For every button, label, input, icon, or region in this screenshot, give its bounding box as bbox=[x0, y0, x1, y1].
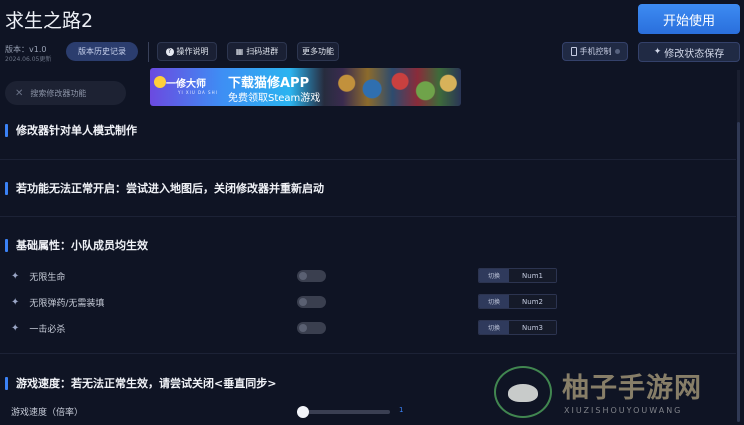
watermark-logo-icon bbox=[494, 366, 552, 418]
sparkle-icon: ✦ bbox=[11, 271, 20, 282]
section-single-player: 修改器针对单人模式制作 bbox=[5, 122, 137, 138]
banner-subline: 免费领取Steam游戏 bbox=[228, 93, 321, 104]
feature-label: 无限生命 bbox=[29, 273, 66, 283]
toggle-infinite-ammo[interactable] bbox=[297, 296, 326, 308]
watermark-subtext: XIUZISHOUYOUWANG bbox=[564, 406, 683, 415]
feature-label: 无限弹药/无需装填 bbox=[29, 299, 105, 309]
section-title: 若功能无法正常开启：尝试进入地图后，关闭修改器并重新启动 bbox=[16, 182, 324, 195]
question-icon: ? bbox=[165, 47, 174, 56]
version-history-label: 版本历史记录 bbox=[78, 47, 126, 56]
hotkey-label: Num2 bbox=[509, 295, 556, 308]
section-marker bbox=[5, 181, 8, 195]
game-speed-value: 1 bbox=[399, 406, 404, 414]
hotkey-one-hit-kill[interactable]: 切换 Num3 bbox=[478, 320, 557, 335]
section-title: 游戏速度：若无法正常生效，请尝试关闭<垂直同步> bbox=[16, 377, 277, 390]
start-button[interactable]: 开始使用 bbox=[638, 4, 740, 34]
section-game-speed: 游戏速度：若无法正常生效，请尝试关闭<垂直同步> bbox=[5, 375, 276, 391]
search-placeholder: 搜索修改器功能 bbox=[30, 88, 87, 98]
toolbar-divider bbox=[148, 42, 149, 62]
sparkle-icon: ✦ bbox=[653, 47, 662, 57]
version-history-button[interactable]: 版本历史记录 bbox=[66, 42, 138, 61]
banner-brand: 一修大师 bbox=[166, 79, 206, 90]
sparkle-icon: ✦ bbox=[11, 323, 20, 334]
switch-label: 切换 bbox=[479, 269, 509, 282]
feature-label: 一击必杀 bbox=[29, 325, 66, 335]
section-basic-attributes: 基础属性：小队成员均生效 bbox=[5, 237, 148, 253]
phone-icon bbox=[570, 47, 577, 56]
version-date: 2024.06.05更新 bbox=[5, 56, 52, 63]
divider bbox=[0, 159, 736, 160]
section-marker bbox=[5, 238, 8, 252]
qr-group-button[interactable]: ▦ 扫码进群 bbox=[227, 42, 287, 61]
feature-infinite-health: ✦ 无限生命 bbox=[11, 270, 65, 283]
section-marker bbox=[5, 123, 8, 137]
ad-banner[interactable]: 一修大师 YI XIU DA SHI 下载猫修APP 免费领取Steam游戏 bbox=[150, 68, 461, 106]
game-speed-label: 游戏速度（倍率） bbox=[11, 408, 84, 418]
more-features-button[interactable]: 更多功能 bbox=[297, 42, 339, 61]
app-title: 求生之路2 bbox=[5, 10, 94, 32]
hotkey-infinite-health[interactable]: 切换 Num1 bbox=[478, 268, 557, 283]
banner-characters-image bbox=[334, 68, 461, 106]
help-label: 操作说明 bbox=[176, 47, 209, 56]
section-title: 修改器针对单人模式制作 bbox=[16, 124, 137, 137]
section-title: 基础属性：小队成员均生效 bbox=[16, 239, 148, 252]
section-marker bbox=[5, 376, 8, 390]
phone-control-button[interactable]: 手机控制 bbox=[562, 42, 628, 61]
hotkey-label: Num3 bbox=[509, 321, 556, 334]
save-state-button[interactable]: ✦ 修改状态保存 bbox=[638, 42, 740, 62]
toggle-infinite-health[interactable] bbox=[297, 270, 326, 282]
status-dot-icon bbox=[614, 49, 620, 54]
hotkey-infinite-ammo[interactable]: 切换 Num2 bbox=[478, 294, 557, 309]
section-restart-tip: 若功能无法正常开启：尝试进入地图后，关闭修改器并重新启动 bbox=[5, 180, 324, 196]
switch-label: 切换 bbox=[479, 295, 509, 308]
divider bbox=[0, 353, 736, 354]
help-button[interactable]: ? 操作说明 bbox=[157, 42, 217, 61]
close-icon[interactable]: ✕ bbox=[15, 88, 23, 99]
feature-one-hit-kill: ✦ 一击必杀 bbox=[11, 322, 65, 335]
scrollbar-thumb[interactable] bbox=[737, 122, 740, 422]
banner-brand-sub: YI XIU DA SHI bbox=[178, 90, 218, 95]
banner-logo: 一修大师 YI XIU DA SHI bbox=[154, 72, 220, 102]
save-state-label: 修改状态保存 bbox=[664, 48, 725, 60]
switch-label: 切换 bbox=[479, 321, 509, 334]
search-box[interactable]: ✕ 搜索修改器功能 bbox=[5, 81, 126, 105]
scrollbar[interactable] bbox=[737, 70, 740, 422]
qr-label: 扫码进群 bbox=[246, 47, 279, 56]
feature-infinite-ammo: ✦ 无限弹药/无需装填 bbox=[11, 296, 104, 309]
sparkle-icon: ✦ bbox=[11, 297, 20, 308]
slider-thumb[interactable] bbox=[297, 406, 309, 418]
brand-logo-icon bbox=[154, 76, 166, 88]
divider bbox=[0, 216, 736, 217]
watermark-text: 柚子手游网 bbox=[562, 373, 702, 404]
phone-label: 手机控制 bbox=[579, 47, 612, 56]
qr-icon: ▦ bbox=[235, 47, 244, 56]
hotkey-label: Num1 bbox=[509, 269, 556, 282]
game-speed-slider[interactable] bbox=[297, 406, 390, 418]
more-label: 更多功能 bbox=[302, 47, 334, 56]
toggle-one-hit-kill[interactable] bbox=[297, 322, 326, 334]
watermark-bird-icon bbox=[508, 384, 538, 402]
